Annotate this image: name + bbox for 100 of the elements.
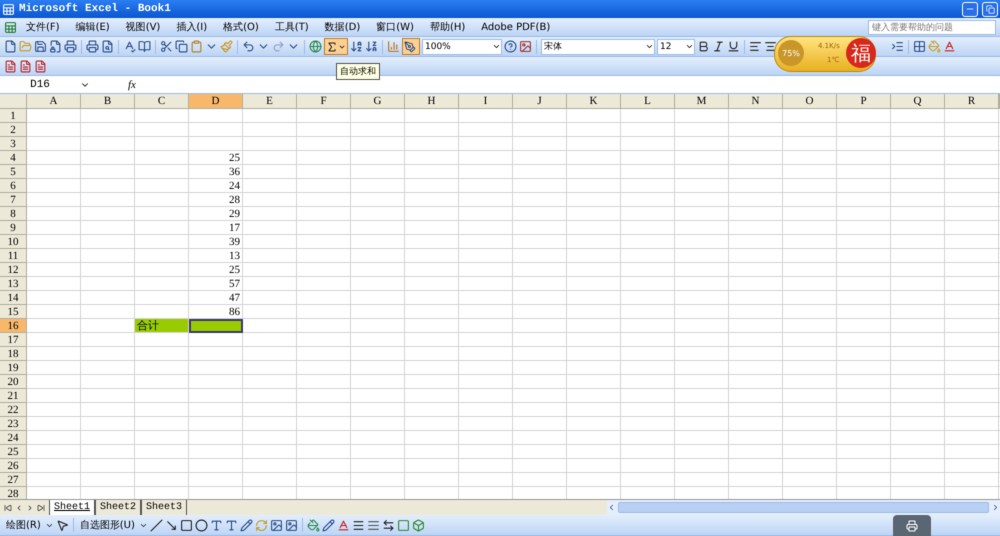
drawing-button[interactable] [402, 38, 420, 55]
pdf-icon[interactable] [19, 60, 32, 72]
caret-icon[interactable] [645, 42, 654, 51]
three-d-icon[interactable] [412, 518, 425, 532]
sheet-tab[interactable]: Sheet1 [49, 500, 96, 515]
zoom-field[interactable]: 100% [422, 38, 502, 54]
column-header[interactable]: D [189, 94, 243, 109]
menu-item[interactable]: 编辑(E) [68, 20, 117, 34]
scroll-left-icon[interactable] [607, 503, 616, 512]
menu-item[interactable]: 格式(O) [216, 20, 266, 34]
column-header[interactable]: L [621, 94, 675, 109]
row-header[interactable]: 15 [0, 305, 27, 319]
bar-chart-icon[interactable] [387, 40, 400, 53]
row-header[interactable]: 6 [0, 179, 27, 193]
row-header[interactable]: 14 [0, 291, 27, 305]
row-header[interactable]: 20 [0, 375, 27, 389]
fill-color-icon[interactable] [928, 40, 941, 53]
undo-icon[interactable] [242, 40, 255, 53]
page-lock-icon[interactable] [49, 40, 62, 53]
book-icon[interactable] [138, 40, 151, 53]
row-header[interactable]: 21 [0, 389, 27, 403]
font-size-field[interactable]: 12 [657, 38, 695, 54]
row-header[interactable]: 23 [0, 417, 27, 431]
pointer-icon[interactable] [56, 518, 69, 532]
text-box-icon[interactable] [210, 518, 223, 532]
line-color-icon[interactable] [322, 518, 335, 532]
tray-button[interactable] [893, 515, 931, 536]
column-header[interactable]: N [729, 94, 783, 109]
row-header[interactable]: 27 [0, 473, 27, 487]
column-header[interactable]: O [783, 94, 837, 109]
menu-item[interactable]: 工具(T) [268, 20, 316, 34]
font-color-icon[interactable] [336, 518, 350, 532]
globe-icon[interactable] [309, 40, 322, 53]
clipboard-icon[interactable] [190, 40, 203, 53]
row-header[interactable]: 10 [0, 235, 27, 249]
sheet-tab[interactable]: Sheet2 [95, 500, 142, 515]
row-header[interactable]: 5 [0, 165, 27, 179]
name-box[interactable]: D16 [0, 77, 80, 92]
column-header[interactable]: M [675, 94, 729, 109]
row-header[interactable]: 26 [0, 459, 27, 473]
sort-ascending-icon[interactable] [350, 40, 363, 53]
menu-item[interactable]: 插入(I) [169, 20, 214, 34]
page-icon[interactable] [4, 40, 17, 53]
align-left-icon[interactable] [749, 40, 762, 53]
row-header[interactable]: 18 [0, 347, 27, 361]
ellipse-icon[interactable] [194, 518, 208, 532]
column-header[interactable]: G [351, 94, 405, 109]
menu-item[interactable]: 数据(D) [318, 20, 368, 34]
arrow-icon[interactable] [164, 518, 178, 532]
row-header[interactable]: 17 [0, 333, 27, 347]
pdf-icon[interactable] [4, 60, 17, 72]
row-header[interactable]: 8 [0, 207, 27, 221]
column-header[interactable]: A [27, 94, 81, 109]
menu-item[interactable]: Adobe PDF(B) [474, 22, 558, 32]
column-header[interactable]: I [459, 94, 513, 109]
column-header[interactable]: K [567, 94, 621, 109]
column-header[interactable]: R [945, 94, 999, 109]
row-header[interactable]: 3 [0, 137, 27, 151]
column-header[interactable]: H [405, 94, 459, 109]
italic-icon[interactable] [712, 40, 725, 53]
column-header[interactable]: B [81, 94, 135, 109]
row-header[interactable]: 25 [0, 445, 27, 459]
indent-icon[interactable] [891, 40, 904, 53]
row-header[interactable]: 19 [0, 361, 27, 375]
next-sheet-icon[interactable] [26, 504, 34, 512]
pdf-icon[interactable] [34, 60, 47, 72]
row-header[interactable]: 13 [0, 277, 27, 291]
caret-icon[interactable] [492, 42, 501, 51]
rectangle-icon[interactable] [180, 518, 193, 532]
restore-button[interactable] [982, 2, 998, 16]
caret-icon[interactable] [685, 42, 694, 51]
help-search-field[interactable]: 键入需要帮助的问题 [868, 20, 996, 34]
printer-icon[interactable] [64, 40, 77, 53]
column-header[interactable]: F [297, 94, 351, 109]
printer-icon[interactable] [906, 520, 918, 532]
page-magnifier-icon[interactable] [101, 40, 114, 53]
line-style-icon[interactable] [352, 518, 365, 532]
printer-icon[interactable] [86, 40, 99, 53]
row-header[interactable]: 11 [0, 249, 27, 263]
autosum-button[interactable] [324, 38, 348, 55]
row-header[interactable]: 1 [0, 109, 27, 123]
last-sheet-icon[interactable] [37, 504, 45, 512]
picture-icon[interactable] [519, 40, 532, 53]
picture-icon[interactable] [284, 518, 298, 532]
shadow-icon[interactable] [396, 518, 410, 532]
scroll-right-icon[interactable] [991, 503, 1000, 512]
column-header[interactable]: E [243, 94, 297, 109]
row-header[interactable]: 28 [0, 487, 27, 499]
help-icon[interactable] [504, 40, 517, 53]
font-field[interactable]: 宋体 [541, 38, 655, 54]
menu-item[interactable]: 帮助(H) [422, 20, 472, 34]
row-header[interactable]: 12 [0, 263, 27, 277]
row-header[interactable]: 7 [0, 193, 27, 207]
row-header[interactable]: 2 [0, 123, 27, 137]
previous-sheet-icon[interactable] [15, 504, 23, 512]
menu-item[interactable]: 窗口(W) [369, 20, 421, 34]
row-header[interactable]: 9 [0, 221, 27, 235]
sheet-icon[interactable] [4, 20, 17, 34]
row-header[interactable]: 22 [0, 403, 27, 417]
minimize-button[interactable] [962, 2, 978, 16]
